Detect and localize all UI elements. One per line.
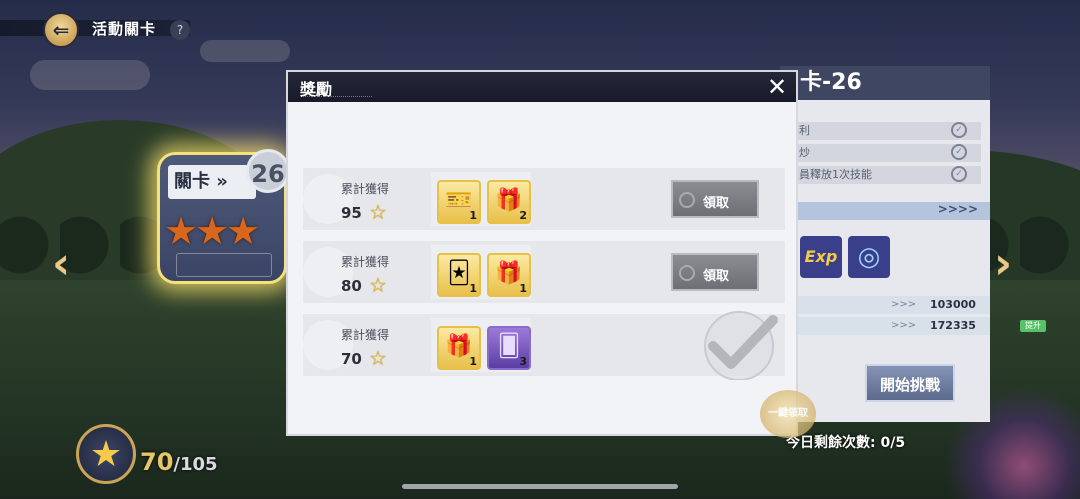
reward-items: 🎁 1 🂠 3 — [431, 318, 531, 372]
medal-item-icon[interactable]: ◎ — [848, 236, 890, 278]
claim-label: 領取 — [703, 196, 730, 211]
ticket-pack-icon[interactable]: 🎫 1 — [437, 180, 481, 224]
stat-arrow: >>> — [891, 299, 917, 310]
home-indicator[interactable] — [402, 484, 678, 489]
star-current: 70 — [140, 448, 174, 476]
item-count: 1 — [469, 209, 477, 222]
required-stars: 80 — [341, 277, 362, 295]
star-max: /105 — [173, 454, 218, 475]
modal-header: 獎勵 ✕ — [288, 72, 796, 102]
check-icon: ✓ — [951, 122, 967, 138]
prev-stage-arrow-icon[interactable]: ‹ — [52, 238, 70, 289]
stat-arrow: >>> — [891, 320, 917, 331]
remaining-label: 今日剩餘次數 — [786, 435, 870, 451]
ring-icon — [679, 192, 695, 208]
remaining-value: 0/5 — [880, 435, 906, 451]
condition-text: 炒 — [799, 146, 810, 159]
stat-tag: 提升 — [1020, 320, 1046, 332]
row-label: 累計獲得 — [341, 255, 390, 269]
claim-button[interactable]: 領取 — [671, 180, 759, 218]
close-button[interactable]: ✕ — [764, 74, 790, 100]
ring-icon — [679, 265, 695, 281]
star-icon: ☆ — [369, 346, 387, 370]
condition-text: 員釋放1次技能 — [799, 168, 872, 181]
check-icon: ✓ — [951, 144, 967, 160]
stat-row: >>> 172335 提升 — [785, 317, 1046, 335]
gift-box-icon[interactable]: 🎁 2 — [487, 180, 531, 224]
start-challenge-button[interactable]: 開始挑戰 — [865, 364, 955, 402]
condition-2: 炒 ✓ — [793, 144, 981, 162]
claim-all-button[interactable]: 一鍵領取 — [760, 390, 816, 438]
more-arrows[interactable]: >>>> — [785, 202, 990, 220]
title-underline — [302, 96, 372, 99]
stat-value: 103000 — [930, 298, 976, 311]
star-count: 70/105 — [140, 448, 218, 476]
star-icon: ☆ — [369, 273, 387, 297]
card-pack-icon[interactable]: 🃏 1 — [437, 253, 481, 297]
reward-row: 累計獲得 70 ☆ 🎁 1 🂠 3 — [303, 311, 785, 380]
star-total[interactable]: ★ 70/105 — [76, 422, 276, 484]
claim-button[interactable]: 領取 — [671, 253, 759, 291]
reward-items: 🃏 1 🎁 1 — [431, 245, 531, 299]
stat-row: >>> 103000 — [785, 296, 990, 314]
exp-item-icon[interactable]: Exp — [800, 236, 842, 278]
stage-name: 卡-26 — [780, 66, 990, 100]
claimed-check-icon — [704, 311, 778, 380]
gift-box-icon[interactable]: 🎁 1 — [437, 326, 481, 370]
check-icon: ✓ — [951, 166, 967, 182]
back-button[interactable]: ⇐ — [43, 12, 79, 48]
stage-card-label: 關卡 » — [168, 165, 256, 199]
stage-card[interactable]: 關卡 » 26 ★★★ — [157, 149, 290, 284]
required-stars: 70 — [341, 350, 362, 368]
condition-text: 利 — [799, 124, 810, 137]
reward-modal: 獎勵 ✕ 累計獲得 95 ☆ 🎫 1 🎁 2 領取 累計獲得 80 ☆ 🃏 1 … — [286, 70, 798, 436]
page-title: 活動關卡 — [92, 20, 157, 38]
stage-card-number: 26 — [246, 149, 290, 193]
item-count: 1 — [469, 282, 477, 295]
stat-value: 172335 — [930, 319, 976, 332]
reward-row: 累計獲得 80 ☆ 🃏 1 🎁 1 領取 — [303, 241, 785, 303]
court-thumbnail — [176, 253, 272, 277]
next-stage-arrow-icon[interactable]: › — [994, 238, 1012, 289]
reward-items: 🎫 1 🎁 2 — [431, 172, 531, 226]
required-stars: 95 — [341, 204, 362, 222]
stage-stars: ★★★ — [164, 209, 260, 253]
condition-1: 利 ✓ — [793, 122, 981, 140]
help-button[interactable]: ? — [170, 20, 190, 40]
row-label: 累計獲得 — [341, 328, 390, 342]
item-count: 1 — [469, 355, 477, 368]
gift-box-icon[interactable]: 🎁 1 — [487, 253, 531, 297]
star-icon: ★ — [76, 424, 136, 484]
reward-row: 累計獲得 95 ☆ 🎫 1 🎁 2 領取 — [303, 168, 785, 230]
back-arrow-icon: ⇐ — [52, 18, 70, 42]
claim-label: 領取 — [703, 269, 730, 284]
item-count: 1 — [519, 282, 527, 295]
star-icon: ☆ — [369, 200, 387, 224]
remaining-attempts: 今日剩餘次數: 0/5 — [786, 435, 906, 451]
item-count: 3 — [519, 355, 527, 368]
top-bar: ⇐ 活動關卡 ? — [0, 8, 190, 48]
row-label: 累計獲得 — [341, 182, 390, 196]
item-count: 2 — [519, 209, 527, 222]
condition-3: 員釋放1次技能 ✓ — [793, 166, 981, 184]
purple-card-icon[interactable]: 🂠 3 — [487, 326, 531, 370]
